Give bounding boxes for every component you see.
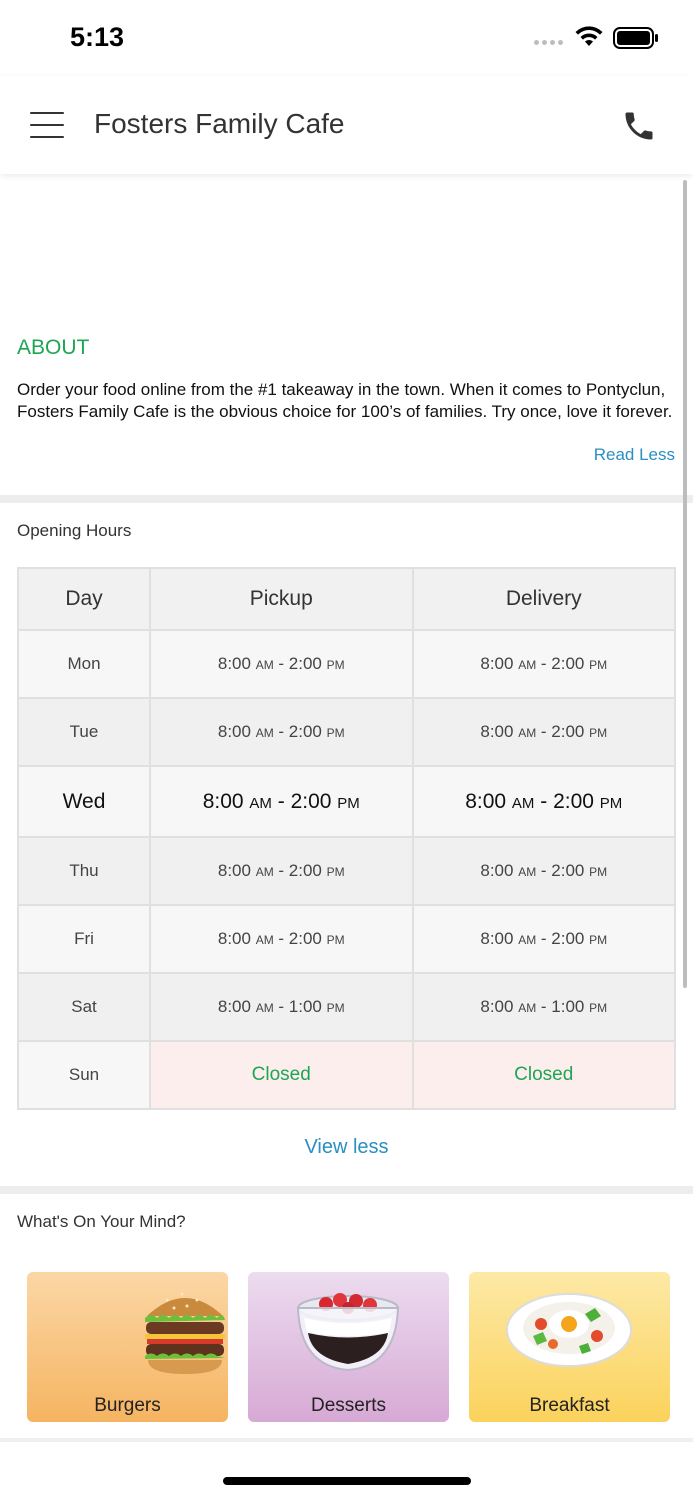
opening-hours-table: Day Pickup Delivery Mon 8:00 AM - 2:00 P… xyxy=(17,567,676,1110)
burger-icon xyxy=(145,1292,225,1374)
about-description: Order your food online from the #1 takea… xyxy=(17,380,673,421)
column-header-pickup: Pickup xyxy=(149,567,414,631)
delivery-hours-cell: 8:00 AM - 2:00 PM xyxy=(411,765,676,838)
day-cell: Mon xyxy=(17,629,151,699)
column-header-day: Day xyxy=(17,567,151,631)
app-header: Fosters Family Cafe xyxy=(0,76,693,174)
category-label: Desserts xyxy=(311,1395,386,1416)
read-less-link[interactable]: Read Less xyxy=(594,445,675,465)
delivery-closed-cell: Closed xyxy=(411,1040,676,1110)
section-divider xyxy=(0,495,693,503)
whats-on-your-mind-heading: What's On Your Mind? xyxy=(17,1212,186,1231)
table-row: Mon 8:00 AM - 2:00 PM 8:00 AM - 2:00 PM xyxy=(17,629,676,699)
delivery-hours-cell: 8:00 AM - 2:00 PM xyxy=(411,629,676,699)
section-divider xyxy=(0,1186,693,1194)
category-label: Breakfast xyxy=(529,1395,610,1416)
cellular-signal-icon xyxy=(534,40,563,45)
day-cell: Sat xyxy=(17,972,151,1042)
status-bar: 5:13 xyxy=(0,0,693,76)
about-heading: ABOUT xyxy=(17,336,90,359)
delivery-hours-cell: 8:00 AM - 2:00 PM xyxy=(411,904,676,974)
app-title: Fosters Family Cafe xyxy=(94,108,345,139)
pickup-hours-cell: 8:00 AM - 2:00 PM xyxy=(149,836,414,906)
status-time: 5:13 xyxy=(70,22,125,52)
home-indicator[interactable] xyxy=(223,1477,471,1485)
day-cell: Fri xyxy=(17,904,151,974)
category-card-burgers[interactable]: Burgers xyxy=(27,1272,228,1422)
pickup-hours-cell: 8:00 AM - 2:00 PM xyxy=(149,765,414,838)
table-row: Sat 8:00 AM - 1:00 PM 8:00 AM - 1:00 PM xyxy=(17,972,676,1042)
table-row: Thu 8:00 AM - 2:00 PM 8:00 AM - 2:00 PM xyxy=(17,836,676,906)
section-divider xyxy=(0,1438,693,1442)
view-less-link[interactable]: View less xyxy=(0,1136,693,1159)
day-cell: Tue xyxy=(17,697,151,767)
phone-call-icon[interactable] xyxy=(621,108,657,144)
delivery-hours-cell: 8:00 AM - 2:00 PM xyxy=(411,836,676,906)
day-cell: Wed xyxy=(17,765,151,838)
wifi-icon xyxy=(575,26,603,46)
delivery-hours-cell: 8:00 AM - 1:00 PM xyxy=(411,972,676,1042)
day-cell: Sun xyxy=(17,1040,151,1110)
table-row: Tue 8:00 AM - 2:00 PM 8:00 AM - 2:00 PM xyxy=(17,697,676,767)
table-header-row: Day Pickup Delivery xyxy=(17,567,676,631)
column-header-delivery: Delivery xyxy=(411,567,676,631)
pickup-hours-cell: 8:00 AM - 2:00 PM xyxy=(149,629,414,699)
pickup-hours-cell: 8:00 AM - 1:00 PM xyxy=(149,972,414,1042)
scrollbar[interactable] xyxy=(683,180,687,988)
dessert-bowl-icon xyxy=(296,1293,400,1372)
category-label: Burgers xyxy=(94,1395,161,1416)
breakfast-plate-icon xyxy=(506,1293,632,1367)
table-row: Sun Closed Closed xyxy=(17,1040,676,1110)
hamburger-menu-icon[interactable] xyxy=(30,112,64,138)
delivery-hours-cell: 8:00 AM - 2:00 PM xyxy=(411,697,676,767)
table-row-today: Wed 8:00 AM - 2:00 PM 8:00 AM - 2:00 PM xyxy=(17,765,676,838)
table-row: Fri 8:00 AM - 2:00 PM 8:00 AM - 2:00 PM xyxy=(17,904,676,974)
category-card-breakfast[interactable]: Breakfast xyxy=(469,1272,670,1422)
category-card-desserts[interactable]: Desserts xyxy=(248,1272,449,1422)
day-cell: Thu xyxy=(17,836,151,906)
pickup-closed-cell: Closed xyxy=(149,1040,414,1110)
battery-icon xyxy=(613,27,658,49)
pickup-hours-cell: 8:00 AM - 2:00 PM xyxy=(149,904,414,974)
opening-hours-heading: Opening Hours xyxy=(17,521,132,540)
pickup-hours-cell: 8:00 AM - 2:00 PM xyxy=(149,697,414,767)
